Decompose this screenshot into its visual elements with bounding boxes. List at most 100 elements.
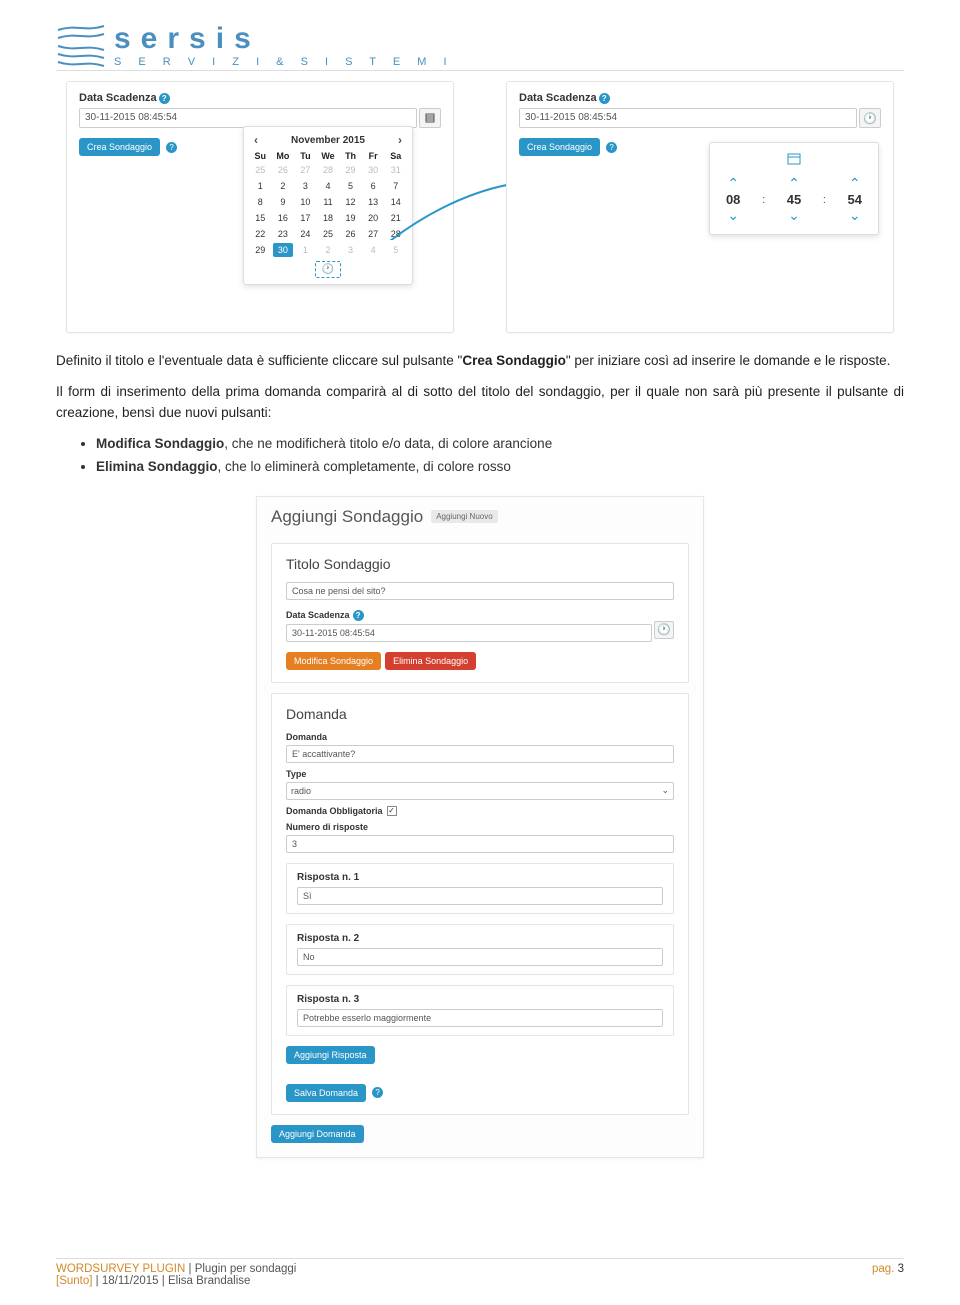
- dp-day[interactable]: 13: [363, 195, 384, 209]
- dp-day[interactable]: 30: [363, 163, 384, 177]
- footer-brand: WORDSURVEY PLUGIN: [56, 1263, 185, 1275]
- type-label: Type: [286, 769, 674, 779]
- add-response-button[interactable]: Aggiungi Risposta: [286, 1046, 375, 1064]
- dp-day[interactable]: 1: [250, 179, 271, 193]
- dp-day[interactable]: 12: [340, 195, 361, 209]
- add-new-button[interactable]: Aggiungi Nuovo: [431, 510, 497, 523]
- dp-day[interactable]: 5: [340, 179, 361, 193]
- dp-day[interactable]: 4: [363, 243, 384, 257]
- datepicker-popup: ‹ November 2015 › Su Mo Tu We Th Fr Sa 2…: [243, 126, 413, 285]
- dp-day[interactable]: 25: [250, 163, 271, 177]
- dp-day[interactable]: 21: [385, 211, 406, 225]
- hour-value[interactable]: 08: [718, 192, 748, 207]
- tp-calendar-button[interactable]: [718, 153, 870, 165]
- bullet-list: Modifica Sondaggio, che ne modificherà t…: [96, 434, 904, 478]
- datepicker-panel: Data Scadenza ? 30-11-2015 08:45:54 Crea…: [66, 81, 454, 333]
- response-heading: Risposta n. 2: [297, 933, 663, 944]
- dp-day[interactable]: 10: [295, 195, 316, 209]
- hour-down-icon[interactable]: ⌄: [718, 207, 748, 224]
- dp-day[interactable]: 7: [385, 179, 406, 193]
- dp-day[interactable]: 16: [273, 211, 294, 225]
- dp-day[interactable]: 29: [250, 243, 271, 257]
- survey-title-input[interactable]: Cosa ne pensi del sito?: [286, 582, 674, 600]
- date-label-1: Data Scadenza: [79, 92, 157, 104]
- dp-day[interactable]: 3: [340, 243, 361, 257]
- dp-day[interactable]: 8: [250, 195, 271, 209]
- date-input-1[interactable]: 30-11-2015 08:45:54: [79, 108, 417, 128]
- dp-day[interactable]: 15: [250, 211, 271, 225]
- dp-dow: Su: [250, 151, 271, 161]
- dp-prev-icon[interactable]: ‹: [254, 133, 258, 147]
- dp-day[interactable]: 1: [295, 243, 316, 257]
- dp-day[interactable]: 24: [295, 227, 316, 241]
- calendar-icon[interactable]: [419, 108, 441, 128]
- minute-value[interactable]: 45: [779, 192, 809, 207]
- dp-day[interactable]: 26: [340, 227, 361, 241]
- delete-survey-button[interactable]: Elimina Sondaggio: [385, 652, 476, 670]
- mandatory-label: Domanda Obbligatoria: [286, 806, 383, 816]
- help-icon[interactable]: ?: [372, 1087, 383, 1098]
- dp-day[interactable]: 4: [318, 179, 339, 193]
- dp-day[interactable]: 22: [250, 227, 271, 241]
- paragraph-1: Definito il titolo e l'eventuale data è …: [56, 351, 904, 372]
- second-up-icon[interactable]: ⌃: [840, 175, 870, 192]
- dp-day[interactable]: 27: [363, 227, 384, 241]
- dp-day[interactable]: 28: [318, 163, 339, 177]
- dp-day[interactable]: 27: [295, 163, 316, 177]
- dp-day[interactable]: 19: [340, 211, 361, 225]
- mandatory-checkbox[interactable]: ✓: [387, 806, 397, 816]
- clock-icon[interactable]: 🕐: [654, 621, 674, 639]
- second-down-icon[interactable]: ⌄: [840, 207, 870, 224]
- dp-day[interactable]: 2: [318, 243, 339, 257]
- response-input[interactable]: No: [297, 948, 663, 966]
- response-1: Risposta n. 1 Sì: [286, 863, 674, 914]
- second-value[interactable]: 54: [840, 192, 870, 207]
- modify-survey-button[interactable]: Modifica Sondaggio: [286, 652, 381, 670]
- response-input[interactable]: Potrebbe esserlo maggiormente: [297, 1009, 663, 1027]
- dp-day[interactable]: 3: [295, 179, 316, 193]
- numresp-input[interactable]: 3: [286, 835, 674, 853]
- save-question-button[interactable]: Salva Domanda: [286, 1084, 366, 1102]
- date-input-2[interactable]: 30-11-2015 08:45:54: [519, 108, 857, 128]
- dp-day[interactable]: 14: [385, 195, 406, 209]
- dp-day[interactable]: 20: [363, 211, 384, 225]
- minute-down-icon[interactable]: ⌄: [779, 207, 809, 224]
- response-3: Risposta n. 3 Potrebbe esserlo maggiorme…: [286, 985, 674, 1036]
- s3-date-input[interactable]: 30-11-2015 08:45:54: [286, 624, 652, 642]
- dp-next-icon[interactable]: ›: [398, 133, 402, 147]
- dp-day[interactable]: 28: [385, 227, 406, 241]
- dp-day[interactable]: 23: [273, 227, 294, 241]
- help-icon[interactable]: ?: [353, 610, 364, 621]
- help-icon[interactable]: ?: [606, 142, 617, 153]
- logo-glyph: [56, 24, 106, 68]
- create-survey-button-1[interactable]: Crea Sondaggio: [79, 138, 160, 156]
- response-input[interactable]: Sì: [297, 887, 663, 905]
- bullet-1: Modifica Sondaggio, che ne modificherà t…: [96, 434, 904, 455]
- dp-day[interactable]: 2: [273, 179, 294, 193]
- dp-month[interactable]: November 2015: [291, 135, 365, 146]
- add-question-button[interactable]: Aggiungi Domanda: [271, 1125, 364, 1143]
- dp-day[interactable]: 6: [363, 179, 384, 193]
- dp-day[interactable]: 5: [385, 243, 406, 257]
- minute-up-icon[interactable]: ⌃: [779, 175, 809, 192]
- hour-up-icon[interactable]: ⌃: [718, 175, 748, 192]
- dp-day[interactable]: 11: [318, 195, 339, 209]
- dp-dow: Mo: [273, 151, 294, 161]
- dp-day[interactable]: 18: [318, 211, 339, 225]
- help-icon[interactable]: ?: [599, 93, 610, 104]
- dp-day[interactable]: 31: [385, 163, 406, 177]
- dp-day[interactable]: 25: [318, 227, 339, 241]
- help-icon[interactable]: ?: [159, 93, 170, 104]
- question-input[interactable]: E' accattivante?: [286, 745, 674, 763]
- create-survey-button-2[interactable]: Crea Sondaggio: [519, 138, 600, 156]
- help-icon[interactable]: ?: [166, 142, 177, 153]
- dp-day[interactable]: 17: [295, 211, 316, 225]
- dp-day[interactable]: 9: [273, 195, 294, 209]
- type-select[interactable]: radio ⌄: [286, 782, 674, 800]
- dp-day[interactable]: 29: [340, 163, 361, 177]
- dp-day[interactable]: 26: [273, 163, 294, 177]
- survey-form-screenshot: Aggiungi Sondaggio Aggiungi Nuovo Titolo…: [256, 496, 704, 1158]
- dp-time-button[interactable]: 🕐: [315, 261, 341, 278]
- dp-day-selected[interactable]: 30: [273, 243, 294, 257]
- clock-icon[interactable]: 🕐: [859, 108, 881, 128]
